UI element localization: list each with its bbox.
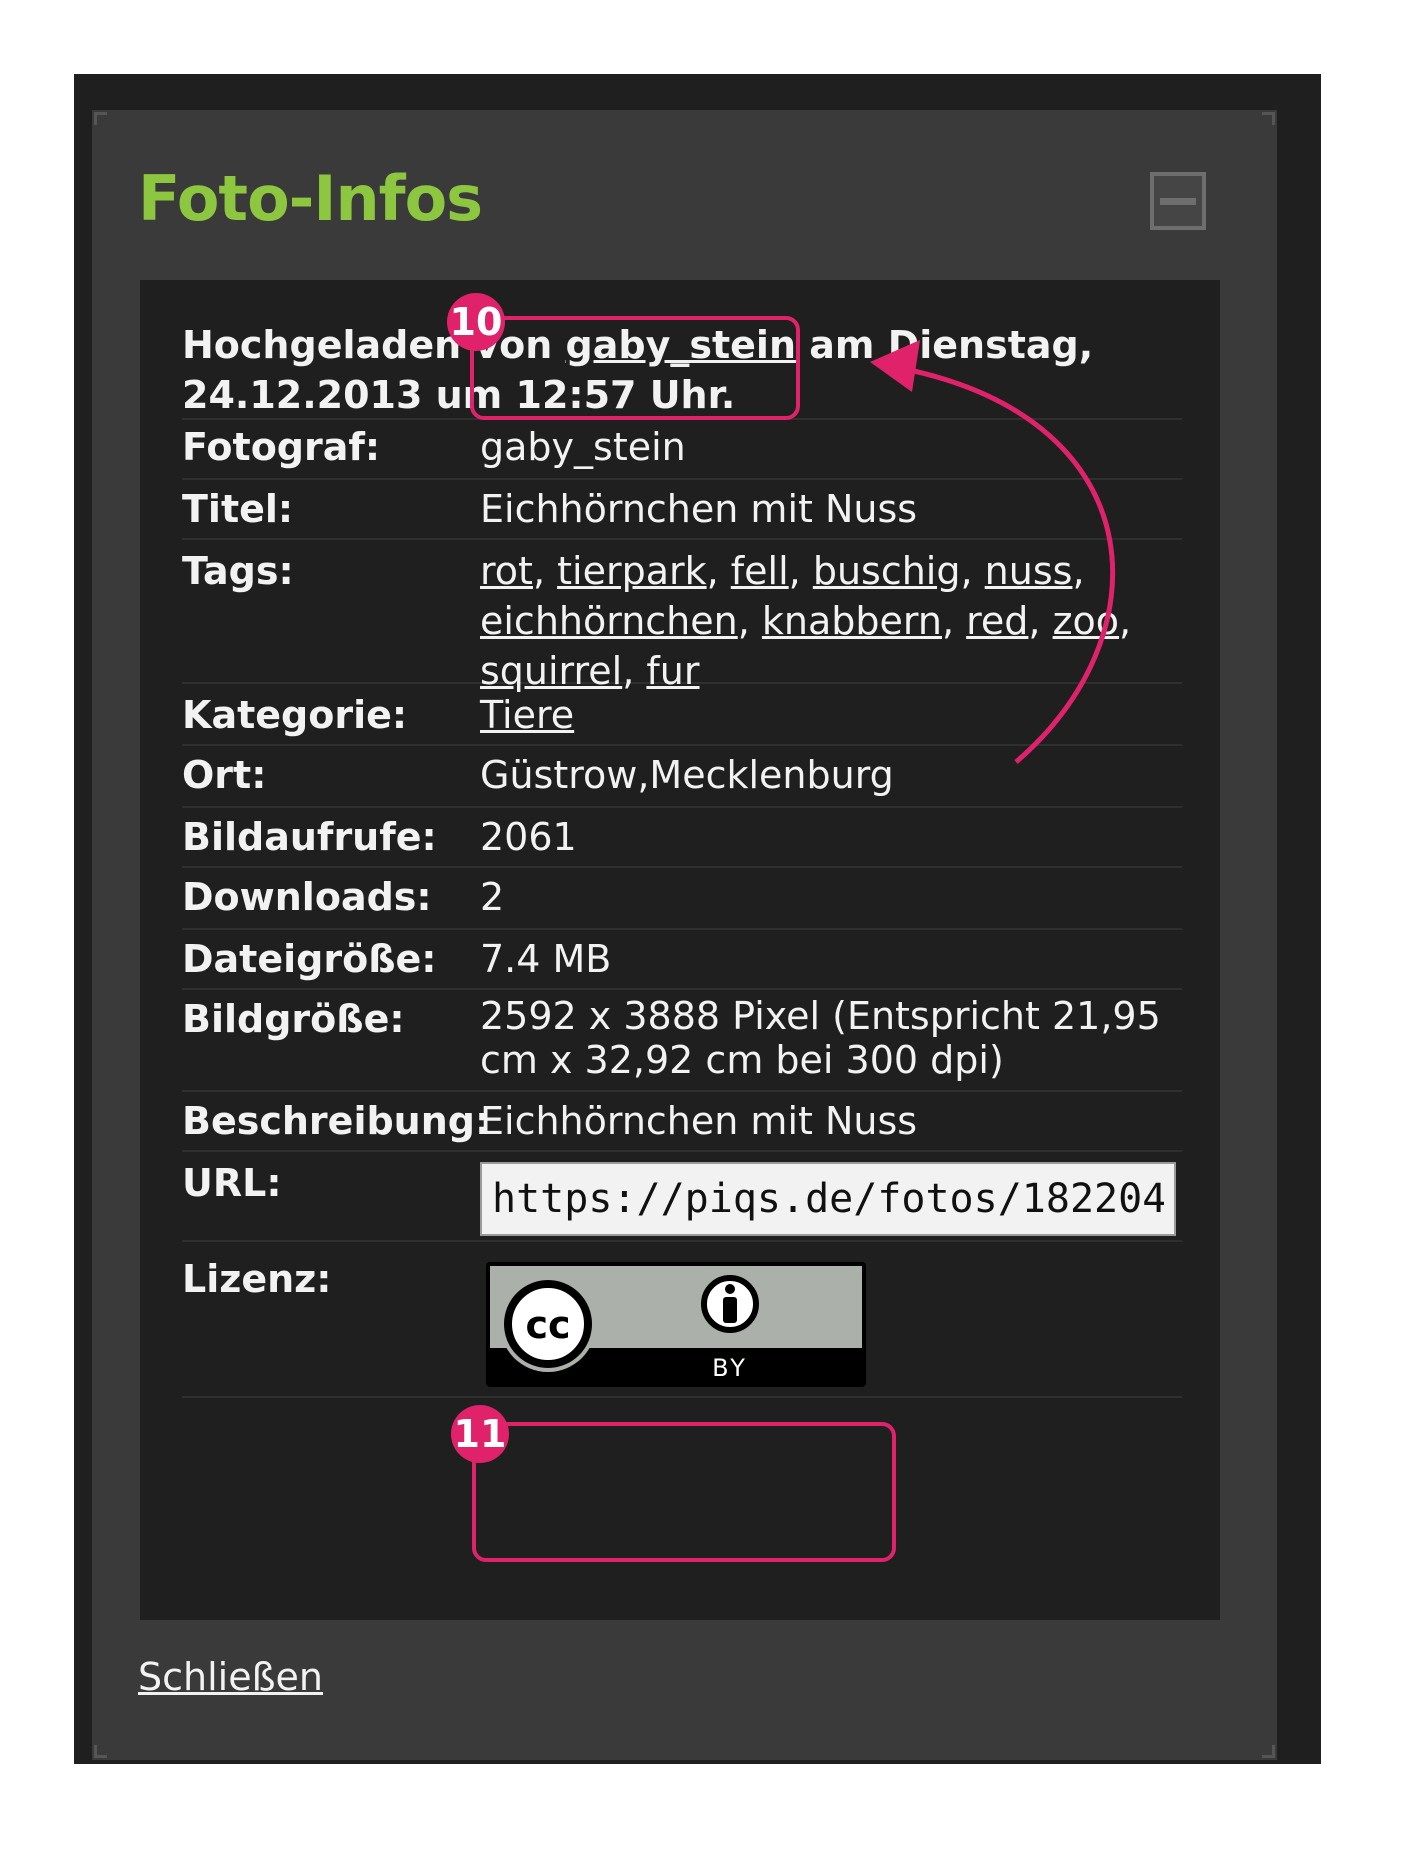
annotation-arrow xyxy=(870,340,1116,764)
arrow-head-icon xyxy=(870,340,920,392)
annotation-arrow-curve xyxy=(899,365,1116,764)
